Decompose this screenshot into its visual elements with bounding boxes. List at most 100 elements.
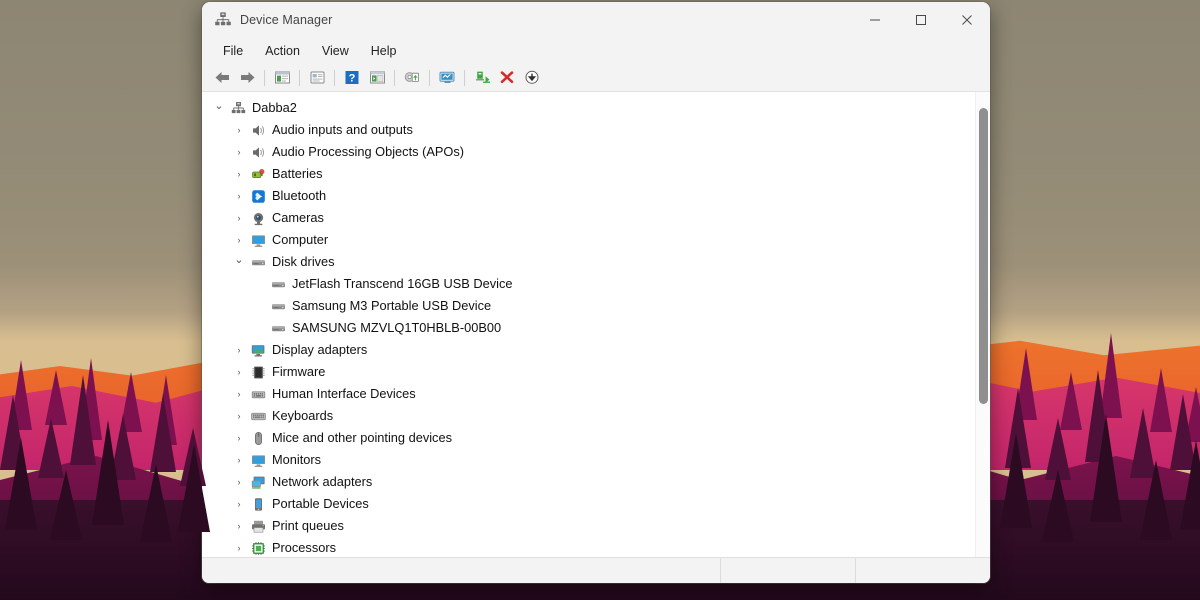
chevron-collapsed-icon[interactable]: ›: [230, 125, 248, 135]
tree-node-label: Batteries: [272, 168, 323, 181]
tree-node[interactable]: ›Audio inputs and outputs: [208, 119, 975, 141]
scan-for-hardware-changes-button[interactable]: [435, 67, 459, 89]
tree-node[interactable]: › Monitors: [208, 449, 975, 471]
chevron-collapsed-icon[interactable]: ›: [230, 389, 248, 399]
back-button[interactable]: [210, 67, 234, 89]
tree-node[interactable]: ›Bluetooth: [208, 185, 975, 207]
title-bar[interactable]: Device Manager: [202, 2, 990, 38]
tree-node[interactable]: ›Mice and other pointing devices: [208, 427, 975, 449]
uninstall-device-button[interactable]: [495, 67, 519, 89]
toolbar-separator-5: [429, 70, 430, 86]
forward-button[interactable]: [235, 67, 259, 89]
tree-node-label: JetFlash Transcend 16GB USB Device: [292, 278, 513, 291]
chevron-collapsed-icon[interactable]: ›: [230, 499, 248, 509]
vertical-scrollbar[interactable]: [975, 92, 990, 557]
show-hide-console-tree-button[interactable]: [270, 67, 294, 89]
wallpaper-tree: [140, 464, 172, 542]
tree-node[interactable]: › Computer: [208, 229, 975, 251]
hid-icon: [248, 387, 268, 402]
tree-node[interactable]: ⌄ Disk drives: [208, 251, 975, 273]
chevron-collapsed-icon[interactable]: ›: [230, 169, 248, 179]
camera-icon: [248, 211, 268, 226]
update-driver-icon: [403, 70, 421, 85]
tree-node[interactable]: Samsung M3 Portable USB Device: [208, 295, 975, 317]
disk-drive-icon: [268, 299, 288, 314]
tree-node[interactable]: › Display adapters: [208, 339, 975, 361]
chevron-collapsed-icon[interactable]: ›: [230, 455, 248, 465]
wallpaper-tree: [178, 444, 210, 532]
close-button[interactable]: [944, 2, 990, 38]
chevron-collapsed-icon[interactable]: ›: [230, 543, 248, 553]
chevron-collapsed-icon[interactable]: ›: [230, 147, 248, 157]
tree-node[interactable]: ⌄ Dabba2: [208, 97, 975, 119]
chevron-collapsed-icon[interactable]: ›: [230, 191, 248, 201]
chevron-collapsed-icon[interactable]: ›: [230, 477, 248, 487]
console-tree-icon: [274, 70, 291, 85]
tree-node-label: SAMSUNG MZVLQ1T0HBLB-00B00: [292, 322, 501, 335]
device-tree[interactable]: ⌄ Dabba2 ›Audio inputs and outputs›Audio P…: [202, 92, 975, 557]
chevron-collapsed-icon[interactable]: ›: [230, 235, 248, 245]
toolbar: ?: [202, 64, 990, 92]
portable-device-icon: [248, 497, 268, 512]
wallpaper-tree: [92, 420, 124, 525]
tree-node-label: Dabba2: [252, 102, 297, 115]
tree-node-label: Display adapters: [272, 344, 367, 357]
tree-node[interactable]: SAMSUNG MZVLQ1T0HBLB-00B00: [208, 317, 975, 339]
tree-node[interactable]: › Keyboards: [208, 405, 975, 427]
wallpaper-tree: [1090, 414, 1122, 522]
wallpaper-tree: [150, 394, 176, 472]
wallpaper-tree: [5, 438, 37, 530]
right-arrow-icon: [239, 70, 256, 85]
maximize-button[interactable]: [898, 2, 944, 38]
action-pane-icon: [369, 70, 386, 85]
chevron-expanded-icon[interactable]: ⌄: [230, 260, 248, 264]
speaker-icon: [248, 145, 268, 160]
tree-node[interactable]: ›Portable Devices: [208, 493, 975, 515]
chevron-collapsed-icon[interactable]: ›: [230, 521, 248, 531]
disable-device-button[interactable]: [520, 67, 544, 89]
tree-node-label: Monitors: [272, 454, 321, 467]
chevron-expanded-icon[interactable]: ⌄: [210, 106, 228, 110]
tree-node-label: Computer: [272, 234, 328, 247]
wallpaper-tree: [1180, 440, 1200, 530]
tree-node-label: Human Interface Devices: [272, 388, 416, 401]
scrollbar-thumb[interactable]: [979, 108, 988, 404]
device-manager-icon: [214, 11, 232, 29]
tree-node[interactable]: ›Network adapters: [208, 471, 975, 493]
tree-node-label: Print queues: [272, 520, 344, 533]
chevron-collapsed-icon[interactable]: ›: [230, 433, 248, 443]
properties-button[interactable]: [305, 67, 329, 89]
speaker-icon: [248, 123, 268, 138]
tree-node[interactable]: › Batteries: [208, 163, 975, 185]
tree-node-label: Keyboards: [272, 410, 333, 423]
chevron-collapsed-icon[interactable]: ›: [230, 411, 248, 421]
toolbar-separator-6: [464, 70, 465, 86]
chevron-collapsed-icon[interactable]: ›: [230, 213, 248, 223]
tree-node[interactable]: ›Firmware: [208, 361, 975, 383]
menu-item-help[interactable]: Help: [362, 41, 406, 61]
help-button[interactable]: ?: [340, 67, 364, 89]
minimize-button[interactable]: [852, 2, 898, 38]
tree-node[interactable]: › Cameras: [208, 207, 975, 229]
tree-node[interactable]: ›Audio Processing Objects (APOs): [208, 141, 975, 163]
tree-node-label: Disk drives: [272, 256, 335, 269]
show-hide-action-pane-button[interactable]: [365, 67, 389, 89]
bluetooth-icon: [248, 189, 268, 204]
menu-item-view[interactable]: View: [313, 41, 358, 61]
tree-node[interactable]: › Print queues: [208, 515, 975, 537]
enable-device-button[interactable]: [470, 67, 494, 89]
tree-node[interactable]: ›Processors: [208, 537, 975, 557]
menu-item-action[interactable]: Action: [256, 41, 309, 61]
update-driver-button[interactable]: [400, 67, 424, 89]
disk-drive-icon: [268, 277, 288, 292]
chevron-collapsed-icon[interactable]: ›: [230, 345, 248, 355]
chevron-collapsed-icon[interactable]: ›: [230, 367, 248, 377]
disk-drive-icon: [268, 321, 288, 336]
menu-item-file[interactable]: File: [214, 41, 252, 61]
tree-node-label: Cameras: [272, 212, 324, 225]
tree-node[interactable]: › Human Interface Devices: [208, 383, 975, 405]
status-bar-main: [202, 558, 720, 583]
wallpaper-tree: [45, 370, 67, 425]
tree-node[interactable]: JetFlash Transcend 16GB USB Device: [208, 273, 975, 295]
firmware-chip-icon: [248, 365, 268, 380]
